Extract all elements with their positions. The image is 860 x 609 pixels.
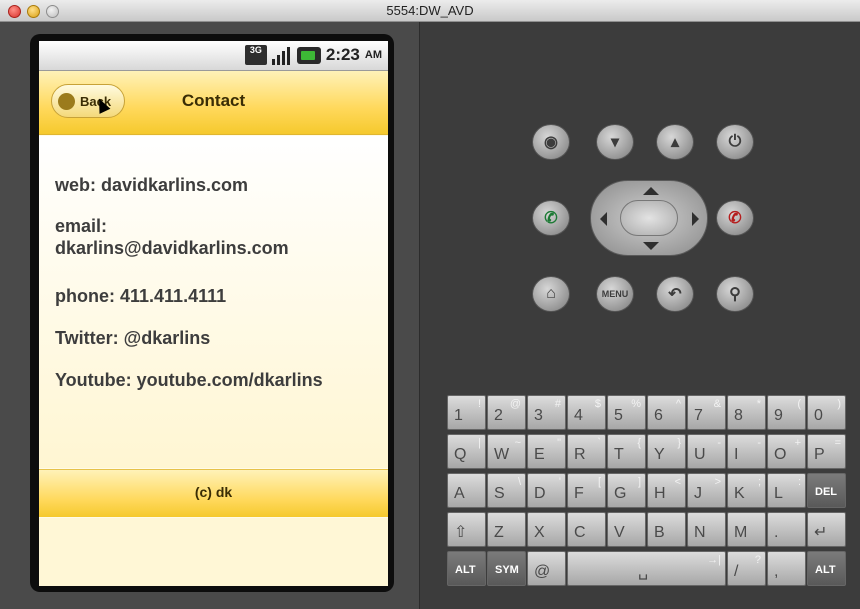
key-m[interactable]: M: [727, 512, 766, 547]
window-title: 5554:DW_AVD: [386, 3, 474, 18]
key-8[interactable]: 8 *: [727, 395, 766, 430]
network-3g-icon: 3G: [244, 45, 267, 65]
app-footer: (c) dk: [39, 469, 388, 517]
key-t[interactable]: T{: [607, 434, 646, 469]
call-icon[interactable]: ✆: [532, 200, 570, 236]
contact-twitter[interactable]: Twitter: @dkarlins: [55, 327, 385, 349]
contact-email-label: email:: [55, 216, 108, 236]
dpad-left-icon[interactable]: [600, 212, 607, 226]
camera-icon[interactable]: ◉: [532, 124, 570, 160]
key-z[interactable]: Z: [487, 512, 526, 547]
dpad-down-icon[interactable]: [643, 242, 659, 250]
key-b[interactable]: B: [647, 512, 686, 547]
key-sym[interactable]: SYM: [487, 551, 526, 586]
key-i[interactable]: I-: [727, 434, 766, 469]
key-d[interactable]: D ': [527, 473, 566, 508]
key-q[interactable]: Q |: [447, 434, 486, 469]
key-o[interactable]: O +: [767, 434, 806, 469]
key-1[interactable]: 1!: [447, 395, 486, 430]
key-3[interactable]: 3 #: [527, 395, 566, 430]
keyboard-row-1: 1! 2 @ 3 # 4 $ 5% 6 ^ 7 & 8 * 9( 0): [447, 395, 846, 430]
key-v[interactable]: V: [607, 512, 646, 547]
contact-web[interactable]: web: davidkarlins.com: [55, 174, 385, 196]
key-e[interactable]: E ": [527, 434, 566, 469]
key-s[interactable]: S \: [487, 473, 526, 508]
key-space[interactable]: ␣ →|: [567, 551, 726, 586]
key-h[interactable]: H <: [647, 473, 686, 508]
key-alt-right[interactable]: ALT: [807, 551, 846, 586]
power-icon[interactable]: ⏻: [716, 124, 754, 160]
key-r[interactable]: R `: [567, 434, 606, 469]
status-ampm: AM: [364, 49, 382, 61]
key-l[interactable]: L:: [767, 473, 806, 508]
volume-down-icon[interactable]: ▾: [596, 124, 634, 160]
dpad[interactable]: [590, 180, 708, 256]
key-n[interactable]: N: [687, 512, 726, 547]
key-7[interactable]: 7 &: [687, 395, 726, 430]
contact-email[interactable]: dkarlins@davidkarlins.com: [55, 237, 385, 259]
app-header: Back Contact: [39, 71, 388, 135]
keyboard-row-3: A S \ D ' F[ G] H < J > K; L: DEL: [447, 473, 846, 508]
key-u[interactable]: U-: [687, 434, 726, 469]
search-icon[interactable]: ⚲: [716, 276, 754, 312]
key-slash[interactable]: /?: [727, 551, 766, 586]
battery-icon: [296, 46, 321, 64]
back-icon[interactable]: ↶: [656, 276, 694, 312]
key-g[interactable]: G]: [607, 473, 646, 508]
screen-bottom: [39, 518, 388, 586]
key-c[interactable]: C: [567, 512, 606, 547]
home-icon[interactable]: ⌂: [532, 276, 570, 312]
key-enter[interactable]: ↵: [807, 512, 846, 547]
key-w[interactable]: W ~: [487, 434, 526, 469]
page-title: Contact: [181, 91, 246, 110]
key-x[interactable]: X: [527, 512, 566, 547]
dpad-center-button[interactable]: [620, 200, 678, 236]
contact-content: web: davidkarlins.com email: dkarlins@da…: [39, 136, 388, 468]
window-titlebar: 5554:DW_AVD: [0, 0, 860, 22]
phone-screen: 3G 2:23 AM Back Contact web: davidkarlin…: [39, 41, 388, 586]
key-9[interactable]: 9(: [767, 395, 806, 430]
key-4[interactable]: 4 $: [567, 395, 606, 430]
key-5[interactable]: 5%: [607, 395, 646, 430]
signal-strength-icon: [271, 45, 292, 65]
contact-phone[interactable]: phone: 411.411.4111: [55, 285, 385, 307]
key-0[interactable]: 0): [807, 395, 846, 430]
key-2[interactable]: 2 @: [487, 395, 526, 430]
menu-button[interactable]: MENU: [596, 276, 634, 312]
key-p[interactable]: P =: [807, 434, 846, 469]
key-alt-left[interactable]: ALT: [447, 551, 486, 586]
key-6[interactable]: 6 ^: [647, 395, 686, 430]
key-at[interactable]: @: [527, 551, 566, 586]
keyboard-row-4: ⇧ Z X C V B N M . ↵: [447, 512, 846, 547]
footer-text: (c) dk: [194, 484, 233, 500]
key-comma[interactable]: ,: [767, 551, 806, 586]
status-time: 2:23: [325, 45, 360, 64]
keyboard-row-5: ALT SYM @ ␣ →| /? , ALT: [447, 551, 846, 586]
keyboard-row-2: Q | W ~ E " R ` T{ Y} U- I- O + P =: [447, 434, 846, 469]
end-call-icon[interactable]: ✆: [716, 200, 754, 236]
key-f[interactable]: F[: [567, 473, 606, 508]
status-bar: 3G 2:23 AM: [39, 41, 388, 71]
key-k[interactable]: K;: [727, 473, 766, 508]
contact-youtube[interactable]: Youtube: youtube.com/dkarlins: [55, 369, 385, 391]
key-y[interactable]: Y}: [647, 434, 686, 469]
dpad-up-icon[interactable]: [643, 187, 659, 195]
emulator-keyboard: 1! 2 @ 3 # 4 $ 5% 6 ^ 7 & 8 * 9( 0) Q | W ~ E " R…: [447, 395, 851, 595]
volume-up-icon[interactable]: ▴: [656, 124, 694, 160]
key-period[interactable]: .: [767, 512, 806, 547]
key-j[interactable]: J >: [687, 473, 726, 508]
dpad-right-icon[interactable]: [692, 212, 699, 226]
key-a[interactable]: A: [447, 473, 486, 508]
key-shift[interactable]: ⇧: [447, 512, 486, 547]
key-delete[interactable]: DEL: [807, 473, 846, 508]
